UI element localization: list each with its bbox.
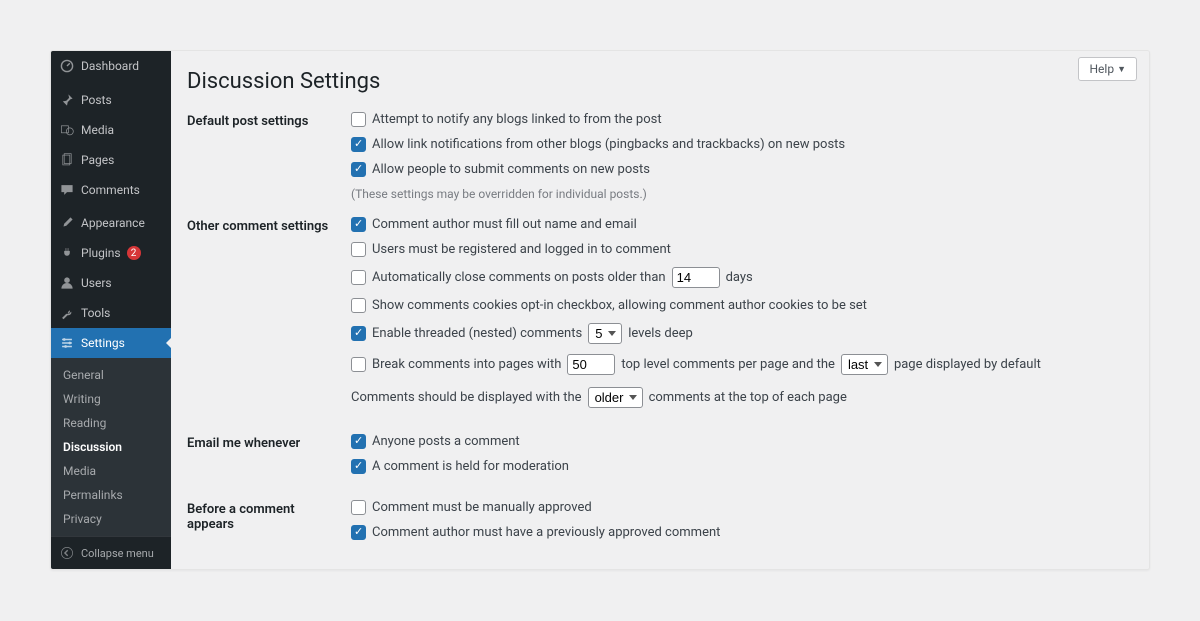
submenu-permalinks[interactable]: Permalinks [51, 483, 171, 507]
chevron-down-icon: ▼ [1117, 64, 1126, 75]
sidebar-item-label: Pages [81, 153, 114, 167]
email-anyone-posts-label: Anyone posts a comment [372, 434, 520, 449]
submenu-discussion[interactable]: Discussion [51, 435, 171, 459]
allow-comments-label: Allow people to submit comments on new p… [372, 162, 650, 177]
comment-order-label-pre: Comments should be displayed with the [351, 390, 582, 405]
prev-approved-label: Comment author must have a previously ap… [372, 525, 720, 540]
auto-close-label-pre: Automatically close comments on posts ol… [372, 270, 666, 285]
cookies-optin-checkbox[interactable] [351, 298, 366, 313]
allow-pingbacks-label: Allow link notifications from other blog… [372, 137, 845, 152]
sidebar-item-posts[interactable]: Posts [51, 85, 171, 115]
comment-order-select[interactable]: older [588, 387, 643, 408]
collapse-menu-button[interactable]: Collapse menu [51, 536, 171, 569]
dashboard-icon [59, 58, 75, 74]
sidebar-item-label: Settings [81, 336, 125, 350]
sidebar-item-label: Media [81, 123, 114, 137]
submenu-writing[interactable]: Writing [51, 387, 171, 411]
sidebar-item-label: Comments [81, 183, 140, 197]
paginate-label-pre: Break comments into pages with [372, 357, 561, 372]
sidebar-item-comments[interactable]: Comments [51, 175, 171, 205]
section-email-heading: Email me whenever [171, 426, 341, 492]
email-held-moderation-label: A comment is held for moderation [372, 459, 569, 474]
submenu-general[interactable]: General [51, 363, 171, 387]
wrench-icon [59, 305, 75, 321]
sidebar-item-settings[interactable]: Settings [51, 328, 171, 358]
notify-blogs-label: Attempt to notify any blogs linked to fr… [372, 112, 662, 127]
default-post-note: (These settings may be overridden for in… [351, 187, 1139, 201]
auto-close-label-post: days [726, 270, 753, 285]
allow-pingbacks-checkbox[interactable] [351, 137, 366, 152]
plugins-badge: 2 [127, 246, 141, 260]
default-page-select[interactable]: last [841, 354, 888, 375]
section-before-heading: Before a comment appears [171, 492, 341, 558]
require-name-email-checkbox[interactable] [351, 217, 366, 232]
brush-icon [59, 215, 75, 231]
notify-blogs-checkbox[interactable] [351, 112, 366, 127]
collapse-icon [59, 545, 75, 561]
paginate-label-post: page displayed by default [894, 357, 1041, 372]
manual-approval-checkbox[interactable] [351, 500, 366, 515]
require-name-email-label: Comment author must fill out name and em… [372, 217, 637, 232]
submenu-media[interactable]: Media [51, 459, 171, 483]
comment-icon [59, 182, 75, 198]
paginate-comments-checkbox[interactable] [351, 357, 366, 372]
email-held-moderation-checkbox[interactable] [351, 459, 366, 474]
comment-order-label-post: comments at the top of each page [649, 390, 847, 405]
sidebar-item-tools[interactable]: Tools [51, 298, 171, 328]
cookies-optin-label: Show comments cookies opt-in checkbox, a… [372, 298, 867, 313]
collapse-label: Collapse menu [81, 547, 154, 560]
comments-per-page-input[interactable] [567, 354, 615, 375]
settings-submenu: General Writing Reading Discussion Media… [51, 358, 171, 536]
media-icon [59, 122, 75, 138]
sliders-icon [59, 335, 75, 351]
sidebar-item-pages[interactable]: Pages [51, 145, 171, 175]
auto-close-checkbox[interactable] [351, 270, 366, 285]
threaded-comments-label-pre: Enable threaded (nested) comments [372, 326, 582, 341]
auto-close-days-input[interactable] [672, 267, 720, 288]
email-anyone-posts-checkbox[interactable] [351, 434, 366, 449]
pin-icon [59, 92, 75, 108]
section-default-post-heading: Default post settings [171, 104, 341, 209]
sidebar-item-plugins[interactable]: Plugins 2 [51, 238, 171, 268]
manual-approval-label: Comment must be manually approved [372, 500, 592, 515]
sidebar-item-label: Plugins [81, 246, 121, 260]
prev-approved-checkbox[interactable] [351, 525, 366, 540]
sidebar-item-label: Posts [81, 93, 112, 107]
admin-sidebar: Dashboard Posts Media Pages Comments [51, 51, 171, 569]
threaded-comments-checkbox[interactable] [351, 326, 366, 341]
thread-depth-select[interactable]: 5 [588, 323, 622, 344]
user-icon [59, 275, 75, 291]
require-registration-checkbox[interactable] [351, 242, 366, 257]
page-title: Discussion Settings [171, 51, 1149, 104]
help-tab-button[interactable]: Help ▼ [1078, 57, 1137, 81]
sidebar-item-label: Tools [81, 306, 110, 320]
submenu-reading[interactable]: Reading [51, 411, 171, 435]
require-registration-label: Users must be registered and logged in t… [372, 242, 671, 257]
plug-icon [59, 245, 75, 261]
sidebar-item-label: Appearance [81, 216, 145, 230]
sidebar-item-dashboard[interactable]: Dashboard [51, 51, 171, 81]
main-content: Help ▼ Discussion Settings Default post … [171, 51, 1149, 569]
sidebar-item-label: Dashboard [81, 59, 139, 73]
submenu-privacy[interactable]: Privacy [51, 507, 171, 531]
sidebar-item-label: Users [81, 276, 112, 290]
threaded-comments-label-post: levels deep [628, 326, 693, 341]
paginate-label-mid: top level comments per page and the [621, 357, 835, 372]
sidebar-item-appearance[interactable]: Appearance [51, 208, 171, 238]
section-other-heading: Other comment settings [171, 209, 341, 426]
help-label: Help [1089, 62, 1114, 76]
sidebar-item-media[interactable]: Media [51, 115, 171, 145]
allow-comments-checkbox[interactable] [351, 162, 366, 177]
pages-icon [59, 152, 75, 168]
sidebar-item-users[interactable]: Users [51, 268, 171, 298]
